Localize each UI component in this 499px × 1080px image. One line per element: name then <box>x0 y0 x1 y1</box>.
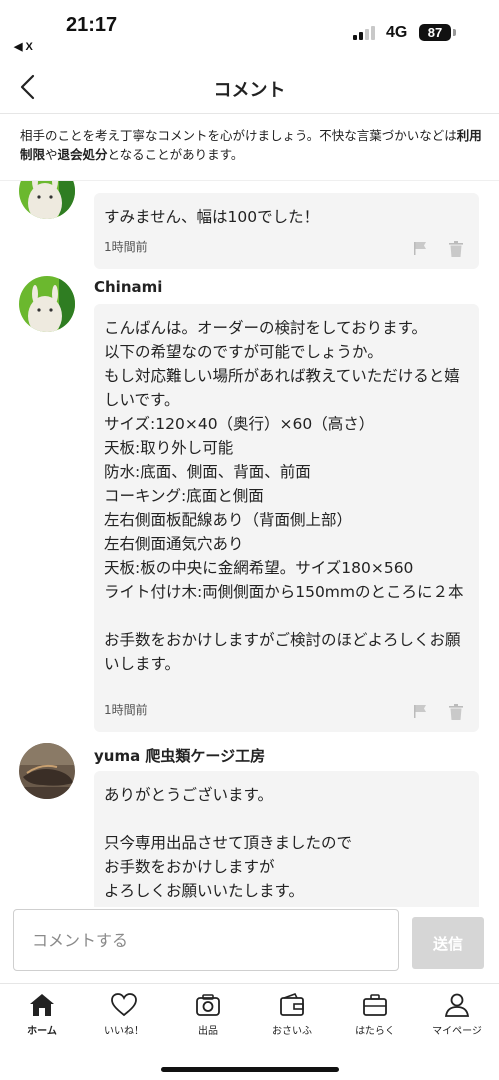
tab-work[interactable]: はたらく <box>333 992 417 1037</box>
send-button[interactable]: 送信 <box>412 917 484 969</box>
comment-bubble: すみません、幅は100でした！ 1時間前 <box>94 193 479 269</box>
comment-time: 1時間前 <box>104 703 148 717</box>
battery-icon: 87 <box>419 24 451 41</box>
flag-icon[interactable] <box>413 241 427 255</box>
flag-icon[interactable] <box>413 704 427 718</box>
tab-likes[interactable]: いいね！ <box>82 992 166 1037</box>
comment-input[interactable] <box>13 909 399 971</box>
status-time: 21:17 <box>66 14 118 36</box>
avatar[interactable] <box>19 181 75 219</box>
comment-list[interactable]: すみません、幅は100でした！ 1時間前 Chinami こんばんは。オーダーの… <box>0 181 499 907</box>
network-type: 4G <box>386 24 408 41</box>
battery-tip <box>453 29 456 36</box>
tab-label: おさいふ <box>272 1026 312 1037</box>
comment-guideline-notice: 相手のことを考え丁寧なコメントを心がけましょう。不快な言葉づかいなどは利用制限や… <box>20 126 482 164</box>
home-indicator <box>161 1067 339 1072</box>
person-icon <box>444 993 470 1017</box>
heart-icon <box>111 993 137 1017</box>
tab-wallet[interactable]: おさいふ <box>250 992 334 1037</box>
bottom-tab-bar: ホーム いいね！ 出品 おさいふ はたらく マイページ <box>0 983 499 1080</box>
avatar[interactable] <box>19 276 75 332</box>
page-title: コメント <box>213 80 286 101</box>
signal-icon <box>353 24 379 40</box>
comment-time: 1時間前 <box>104 240 148 254</box>
tab-sell[interactable]: 出品 <box>166 992 250 1037</box>
briefcase-icon <box>363 994 387 1016</box>
tab-label: ホーム <box>27 1026 57 1037</box>
back-to-app-link[interactable]: ◀ X <box>14 40 33 53</box>
status-bar: 21:17 ◀ X 4G 87 <box>0 0 499 60</box>
trash-icon[interactable] <box>449 241 463 257</box>
wallet-icon <box>280 993 304 1016</box>
avatar[interactable] <box>19 743 75 799</box>
trash-icon[interactable] <box>449 704 463 720</box>
tab-mypage[interactable]: マイページ <box>415 992 499 1037</box>
camera-icon <box>196 994 220 1016</box>
notice-bold-account-suspension: 退会処分 <box>57 147 108 162</box>
notice-text-1: 相手のことを考え丁寧なコメントを心がけましょう。不快な言葉づかいなどは <box>20 128 457 143</box>
comment-text: すみません、幅は100でした！ <box>104 208 320 226</box>
comment-input-bar: 送信 <box>0 907 499 983</box>
tab-label: はたらく <box>355 1026 395 1037</box>
notice-text-3: となることがあります。 <box>107 147 244 162</box>
comment-text: こんばんは。オーダーの検討をしております。 以下の希望なのですが可能でしょうか。… <box>104 319 464 673</box>
comment-text: ありがとうございます。 只今専用出品させて頂きましたので お手数をおかけしますが… <box>104 786 353 900</box>
tab-label: 出品 <box>198 1026 218 1037</box>
comment-bubble: こんばんは。オーダーの検討をしております。 以下の希望なのですが可能でしょうか。… <box>94 304 479 732</box>
totoro-avatar-icon <box>19 181 75 219</box>
nav-header: コメント <box>0 60 499 114</box>
tab-label: マイページ <box>432 1026 482 1037</box>
totoro-avatar-icon <box>19 276 75 332</box>
comment-bubble: ありがとうございます。 只今専用出品させて頂きましたので お手数をおかけしますが… <box>94 771 479 907</box>
comment-author[interactable]: Chinami <box>94 278 162 296</box>
tab-label: いいね！ <box>104 1026 144 1037</box>
comment-author[interactable]: yuma 爬虫類ケージ工房 <box>94 745 265 766</box>
tab-home[interactable]: ホーム <box>0 992 84 1037</box>
notice-text-2: や <box>45 147 58 162</box>
home-icon <box>30 994 54 1016</box>
reptile-avatar-icon <box>19 743 75 799</box>
